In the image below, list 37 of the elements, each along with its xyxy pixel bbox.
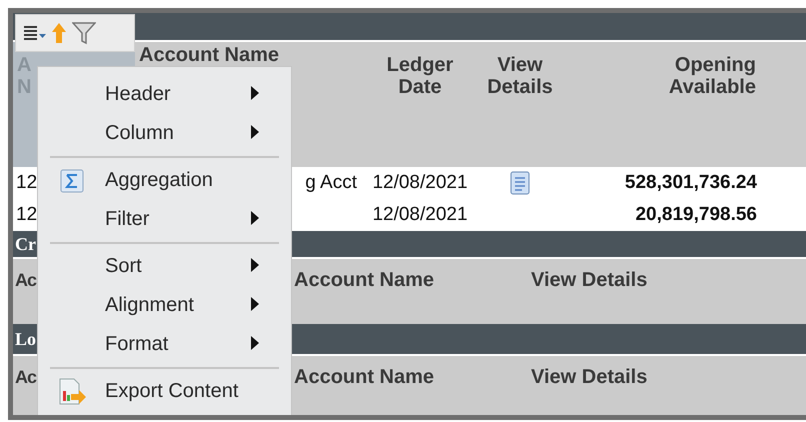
column-header[interactable]: Opening Available xyxy=(640,42,760,167)
column-header[interactable]: Ac xyxy=(13,356,37,415)
menu-item[interactable]: Aggregation xyxy=(105,169,251,192)
column-header[interactable]: View Details xyxy=(527,356,806,415)
menu-item[interactable]: Format xyxy=(105,333,251,356)
sigma-icon xyxy=(60,168,84,192)
document-icon[interactable] xyxy=(508,171,532,195)
table-cell-text: 12/08/2021 xyxy=(371,172,469,194)
section-title: Cr xyxy=(14,234,36,254)
menu-item[interactable]: Sort xyxy=(105,255,251,278)
table-cell-text: 12 xyxy=(15,204,38,226)
submenu-arrow-icon xyxy=(251,258,259,272)
filter-icon[interactable] xyxy=(72,21,96,45)
column-header[interactable]: Ledger Date xyxy=(360,42,480,167)
table-cell-text: g Acct xyxy=(304,172,358,194)
column-header[interactable]: Account Name xyxy=(290,259,527,324)
menu-item[interactable]: Filter xyxy=(105,208,251,231)
export-icon xyxy=(56,376,86,406)
submenu-arrow-icon xyxy=(251,86,259,100)
submenu-arrow-icon xyxy=(251,336,259,350)
menu-item[interactable]: Alignment xyxy=(105,294,251,317)
column-header[interactable]: Account Name xyxy=(290,356,527,415)
column-header[interactable]: Ac xyxy=(13,259,37,324)
list-menu-icon[interactable] xyxy=(24,25,46,41)
menu-item[interactable]: Header xyxy=(105,83,251,106)
submenu-arrow-icon xyxy=(251,297,259,311)
submenu-arrow-icon xyxy=(251,125,259,139)
table-cell-text: 12 xyxy=(15,172,38,194)
column-header[interactable]: View Details xyxy=(527,259,806,324)
table-cell-text: 20,819,798.56 xyxy=(634,204,758,226)
menu-item[interactable]: Column xyxy=(105,122,251,145)
table-cell-text: 12/08/2021 xyxy=(371,204,469,226)
submenu-arrow-icon xyxy=(251,211,259,225)
section-title: Lo xyxy=(14,328,36,350)
column-header[interactable]: View Details xyxy=(480,42,560,167)
menu-item[interactable]: Export Content xyxy=(105,380,251,403)
table-cell-text: 528,301,736.24 xyxy=(624,172,758,194)
